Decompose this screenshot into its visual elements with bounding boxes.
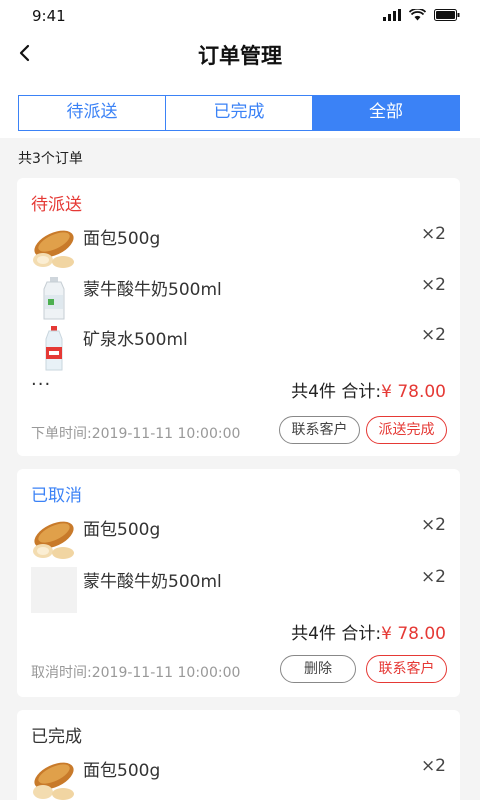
tab-completed[interactable]: 已完成	[166, 96, 313, 130]
order-item: 蒙牛酸牛奶500ml ×2	[31, 567, 446, 615]
segmented-tabs: 待派送 已完成 全部	[18, 95, 460, 131]
status-bar: 9:41	[0, 0, 480, 32]
tab-bar: 待派送 已完成 全部	[0, 78, 480, 138]
tab-all[interactable]: 全部	[313, 96, 459, 130]
status-icons	[383, 9, 460, 21]
delete-button[interactable]: 删除	[280, 655, 356, 683]
item-quantity: ×2	[420, 275, 446, 295]
contact-customer-button[interactable]: 联系客户	[366, 655, 447, 683]
order-card[interactable]: 已完成 面包500g ×2	[17, 710, 460, 800]
battery-icon	[434, 9, 460, 21]
nav-bar: 订单管理	[0, 32, 480, 78]
item-name: 面包500g	[83, 229, 161, 249]
bread-image	[31, 224, 77, 270]
item-name: 蒙牛酸牛奶500ml	[83, 280, 222, 300]
tab-pending-delivery[interactable]: 待派送	[19, 96, 166, 130]
more-items-indicator: ···	[31, 374, 52, 395]
order-status: 已取消	[31, 486, 82, 506]
order-summary: 共4件 合计:¥ 78.00	[291, 619, 446, 644]
order-item: 面包500g ×2	[31, 515, 446, 563]
signal-icon	[383, 9, 401, 21]
order-card[interactable]: 待派送 面包500g ×2 蒙牛酸牛奶500ml ×2 矿泉水500ml ×2 …	[17, 178, 460, 456]
item-quantity: ×2	[420, 224, 446, 244]
summary-count: 共4件 合计:	[291, 624, 382, 644]
item-name: 矿泉水500ml	[83, 330, 188, 350]
item-name: 面包500g	[83, 761, 161, 781]
order-item: 面包500g ×2	[31, 224, 446, 272]
order-item: 蒙牛酸牛奶500ml ×2	[31, 275, 446, 323]
item-name: 蒙牛酸牛奶500ml	[83, 572, 222, 592]
delivery-complete-button[interactable]: 派送完成	[366, 416, 447, 444]
item-name: 面包500g	[83, 520, 161, 540]
order-status: 待派送	[31, 195, 82, 215]
item-quantity: ×2	[420, 515, 446, 535]
bread-image	[31, 756, 77, 800]
item-quantity: ×2	[420, 756, 446, 776]
item-quantity: ×2	[420, 325, 446, 345]
order-total-price: ¥ 78.00	[381, 624, 446, 644]
order-card[interactable]: 已取消 面包500g ×2 蒙牛酸牛奶500ml ×2 共4件 合计:¥ 78.…	[17, 469, 460, 697]
order-total-price: ¥ 78.00	[381, 382, 446, 402]
cancel-time: 取消时间:2019-11-11 10:00:00	[31, 665, 241, 681]
order-item: 矿泉水500ml ×2	[31, 325, 446, 373]
wifi-icon	[409, 9, 426, 21]
order-summary: 共4件 合计:¥ 78.00	[291, 377, 446, 402]
order-count: 共3个订单	[18, 151, 83, 167]
order-status: 已完成	[31, 727, 82, 747]
item-quantity: ×2	[420, 567, 446, 587]
milk-bottle-image	[31, 275, 77, 321]
order-time: 下单时间:2019-11-11 10:00:00	[31, 426, 241, 442]
image-placeholder	[31, 567, 77, 613]
summary-count: 共4件 合计:	[291, 382, 382, 402]
water-bottle-image	[31, 325, 77, 371]
status-time: 9:41	[32, 7, 66, 25]
order-item: 面包500g ×2	[31, 756, 446, 800]
bread-image	[31, 515, 77, 561]
page-title: 订单管理	[198, 44, 282, 68]
contact-customer-button[interactable]: 联系客户	[279, 416, 360, 444]
